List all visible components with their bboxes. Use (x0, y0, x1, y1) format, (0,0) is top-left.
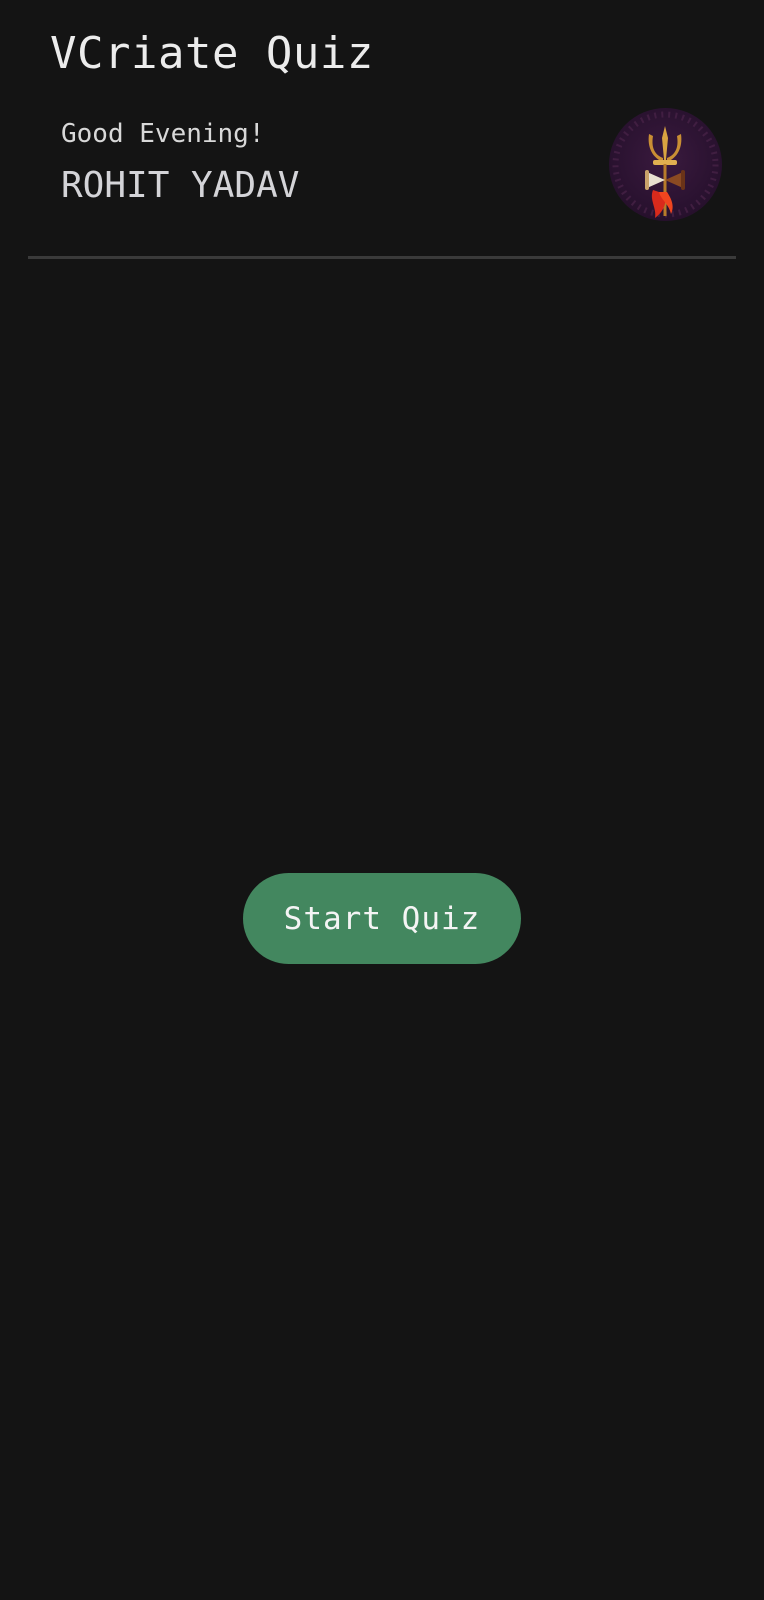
user-name: ROHIT YADAV (61, 165, 300, 206)
header-divider (28, 256, 736, 259)
trishul-damru-icon (612, 111, 719, 218)
start-quiz-button[interactable]: Start Quiz (243, 873, 521, 964)
greeting-text: Good Evening! (61, 119, 265, 149)
avatar[interactable] (609, 108, 722, 221)
app-title: VCriate Quiz (50, 28, 374, 79)
